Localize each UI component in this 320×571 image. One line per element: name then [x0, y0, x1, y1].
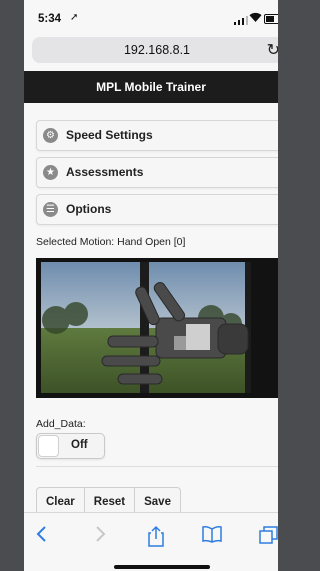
- forward-icon[interactable]: [94, 525, 106, 543]
- section-speed-settings[interactable]: ⚙ Speed Settings: [36, 120, 278, 151]
- toggle-state-text: Off: [71, 439, 88, 451]
- wifi-icon: [249, 12, 262, 22]
- address-bar[interactable]: 192.168.8.1 ↻: [32, 37, 278, 63]
- browser-toolbar: [24, 512, 278, 571]
- selected-motion-text: Selected Motion: Hand Open [0]: [36, 236, 186, 248]
- signal-icon: [233, 16, 248, 25]
- star-icon: ★: [43, 165, 58, 180]
- toggle-knob: [38, 435, 59, 457]
- url-text: 192.168.8.1: [123, 43, 191, 57]
- back-icon[interactable]: [36, 525, 48, 543]
- status-time: 5:34: [38, 13, 62, 25]
- tabs-icon[interactable]: [259, 525, 278, 545]
- add-data-toggle[interactable]: Off: [36, 433, 105, 459]
- divider: [36, 466, 278, 467]
- book-icon[interactable]: [202, 525, 222, 543]
- share-icon[interactable]: [148, 525, 164, 547]
- list-icon: ☰: [43, 202, 58, 217]
- section-options[interactable]: ☰ Options: [36, 194, 278, 225]
- section-label: Assessments: [66, 165, 144, 179]
- status-bar: 5:34 ➚: [24, 0, 278, 34]
- battery-icon: [264, 14, 278, 24]
- location-icon: ➚: [70, 12, 79, 23]
- reload-icon[interactable]: ↻: [267, 40, 278, 60]
- add-data-label: Add_Data:: [36, 418, 86, 430]
- motion-video-preview: [36, 258, 278, 398]
- section-label: Options: [66, 202, 112, 216]
- page-title: MPL Mobile Trainer: [24, 71, 278, 103]
- gear-icon: ⚙: [43, 128, 58, 143]
- section-assessments[interactable]: ★ Assessments: [36, 157, 278, 188]
- section-label: Speed Settings: [66, 128, 153, 142]
- phone-screen: 5:34 ➚ 192.168.8.1 ↻ MPL Mobile Trainer …: [24, 0, 278, 571]
- home-indicator: [114, 565, 210, 569]
